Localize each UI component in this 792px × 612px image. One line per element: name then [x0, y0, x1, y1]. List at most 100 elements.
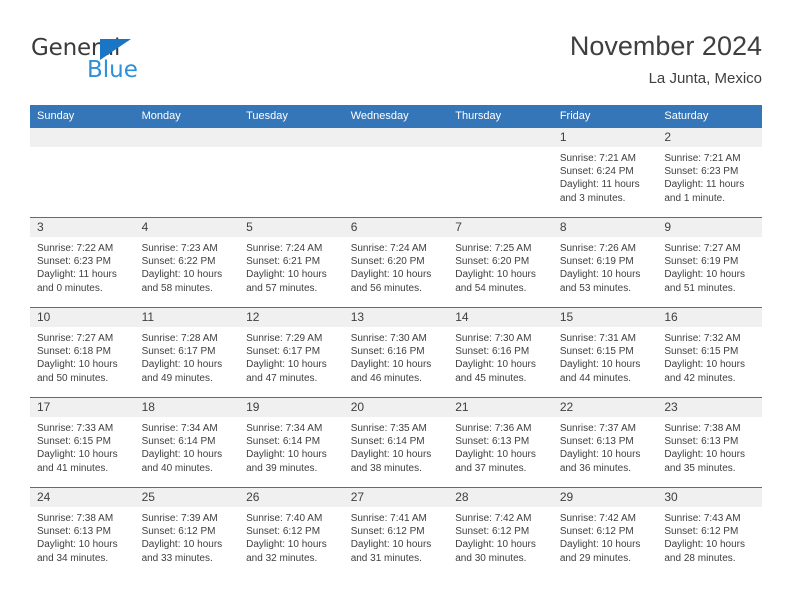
sunset-text: Sunset: 6:12 PM — [350, 526, 425, 538]
day-cell-content: 23 Sunrise: 7:38 AM Sunset: 6:13 PM Dayligh… — [657, 398, 762, 487]
calendar-day-cell[interactable]: 28 Sunrise: 7:42 AM Sunset: 6:12 PM Dayligh… — [448, 487, 553, 578]
calendar-day-cell[interactable]: 21 Sunrise: 7:36 AM Sunset: 6:13 PM Dayligh… — [448, 397, 553, 488]
calendar-day-cell[interactable]: 3 Sunrise: 7:22 AM Sunset: 6:23 PM Daylight… — [30, 217, 135, 308]
day-number — [448, 128, 553, 147]
calendar-day-cell[interactable]: 20 Sunrise: 7:35 AM Sunset: 6:14 PM Dayligh… — [343, 397, 449, 488]
calendar-day-cell[interactable]: 7 Sunrise: 7:25 AM Sunset: 6:20 PM Daylight… — [448, 217, 553, 308]
day-number — [343, 128, 449, 147]
daylight-text-line1: Daylight: 10 hours — [37, 359, 118, 371]
daylight-text-line1: Daylight: 10 hours — [350, 269, 432, 281]
calendar-day-cell[interactable]: 16 Sunrise: 7:32 AM Sunset: 6:15 PM Dayligh… — [657, 307, 762, 398]
day-cell-content: 8 Sunrise: 7:26 AM Sunset: 6:19 PM Daylight… — [552, 218, 658, 307]
calendar-day-cell[interactable]: 9 Sunrise: 7:27 AM Sunset: 6:19 PM Daylight… — [657, 217, 762, 308]
calendar-body: 1 Sunrise: 7:21 AM Sunset: 6:24 PM Daylight… — [30, 127, 762, 578]
generalblue-logo[interactable]: General Blue — [31, 36, 231, 88]
day-cell-content: 1 Sunrise: 7:21 AM Sunset: 6:24 PM Daylight… — [552, 128, 658, 217]
calendar-day-cell[interactable]: 12 Sunrise: 7:29 AM Sunset: 6:17 PM Dayligh… — [239, 307, 344, 398]
calendar-day-cell[interactable]: 8 Sunrise: 7:26 AM Sunset: 6:19 PM Daylight… — [552, 217, 658, 308]
day-number: 23 — [657, 398, 762, 417]
sunset-text: Sunset: 6:23 PM — [664, 166, 739, 178]
calendar-day-cell[interactable]: 6 Sunrise: 7:24 AM Sunset: 6:20 PM Daylight… — [343, 217, 449, 308]
day-sun-info: Sunrise: 7:22 AM Sunset: 6:23 PM Daylight:… — [30, 237, 135, 295]
daylight-text-line2: and 58 minutes. — [141, 282, 213, 294]
calendar-page: General Blue November 2024 La Junta, Mex… — [0, 0, 792, 612]
daylight-text-line1: Daylight: 11 hours — [37, 269, 117, 281]
day-sun-info: Sunrise: 7:34 AM Sunset: 6:14 PM Daylight:… — [239, 417, 344, 475]
daylight-text-line1: Daylight: 10 hours — [141, 359, 223, 371]
daylight-text-line1: Daylight: 10 hours — [37, 539, 118, 551]
day-sun-info: Sunrise: 7:37 AM Sunset: 6:13 PM Daylight:… — [553, 417, 658, 475]
day-number: 16 — [657, 308, 762, 327]
daylight-text-line2: and 0 minutes. — [37, 282, 103, 294]
day-sun-info: Sunrise: 7:23 AM Sunset: 6:22 PM Daylight:… — [135, 237, 240, 295]
calendar-day-cell[interactable]: 24 Sunrise: 7:38 AM Sunset: 6:13 PM Dayligh… — [30, 487, 135, 578]
day-number: 29 — [552, 488, 658, 507]
day-number: 22 — [552, 398, 658, 417]
sunset-text: Sunset: 6:12 PM — [455, 526, 530, 538]
sunset-text: Sunset: 6:14 PM — [246, 436, 321, 448]
day-number — [30, 128, 135, 147]
sunset-text: Sunset: 6:23 PM — [37, 256, 111, 268]
calendar-day-cell[interactable]: 13 Sunrise: 7:30 AM Sunset: 6:16 PM Dayligh… — [343, 307, 449, 398]
daylight-text-line1: Daylight: 10 hours — [246, 449, 327, 461]
day-cell-content: 10 Sunrise: 7:27 AM Sunset: 6:18 PM Dayligh… — [30, 308, 135, 397]
daylight-text-line2: and 30 minutes. — [455, 552, 527, 564]
sunset-text: Sunset: 6:13 PM — [559, 436, 634, 448]
daylight-text-line2: and 53 minutes. — [559, 282, 631, 294]
day-sun-info: Sunrise: 7:42 AM Sunset: 6:12 PM Daylight:… — [553, 507, 658, 565]
day-cell-content: 7 Sunrise: 7:25 AM Sunset: 6:20 PM Daylight… — [448, 218, 553, 307]
calendar-day-cell[interactable]: 23 Sunrise: 7:38 AM Sunset: 6:13 PM Dayligh… — [657, 397, 762, 488]
daylight-text-line1: Daylight: 10 hours — [455, 359, 536, 371]
calendar-day-cell[interactable]: 30 Sunrise: 7:43 AM Sunset: 6:12 PM Dayligh… — [657, 487, 762, 578]
day-cell-content — [134, 128, 240, 217]
calendar-day-cell[interactable]: 17 Sunrise: 7:33 AM Sunset: 6:15 PM Dayligh… — [30, 397, 135, 488]
calendar-day-cell-empty — [134, 127, 240, 218]
calendar-week-row: 10 Sunrise: 7:27 AM Sunset: 6:18 PM Dayligh… — [30, 307, 762, 398]
calendar-day-cell[interactable]: 1 Sunrise: 7:21 AM Sunset: 6:24 PM Daylight… — [552, 127, 658, 218]
sunrise-text: Sunrise: 7:39 AM — [141, 513, 218, 524]
day-sun-info: Sunrise: 7:39 AM Sunset: 6:12 PM Daylight:… — [135, 507, 240, 565]
calendar-day-cell[interactable]: 25 Sunrise: 7:39 AM Sunset: 6:12 PM Dayligh… — [134, 487, 240, 578]
day-sun-info: Sunrise: 7:33 AM Sunset: 6:15 PM Daylight:… — [30, 417, 135, 475]
daylight-text-line2: and 41 minutes. — [37, 462, 109, 474]
calendar-day-cell[interactable]: 4 Sunrise: 7:23 AM Sunset: 6:22 PM Daylight… — [134, 217, 240, 308]
calendar-day-cell-empty — [343, 127, 449, 218]
daylight-text-line1: Daylight: 10 hours — [664, 269, 745, 281]
day-number: 18 — [134, 398, 240, 417]
day-number: 21 — [448, 398, 553, 417]
calendar-week-row: 1 Sunrise: 7:21 AM Sunset: 6:24 PM Daylight… — [30, 127, 762, 218]
sunset-text: Sunset: 6:22 PM — [141, 256, 216, 268]
daylight-text-line1: Daylight: 10 hours — [141, 269, 223, 281]
day-sun-info: Sunrise: 7:30 AM Sunset: 6:16 PM Daylight:… — [344, 327, 449, 385]
calendar-day-cell[interactable]: 15 Sunrise: 7:31 AM Sunset: 6:15 PM Dayligh… — [552, 307, 658, 398]
day-cell-content: 20 Sunrise: 7:35 AM Sunset: 6:14 PM Dayligh… — [343, 398, 449, 487]
daylight-text-line1: Daylight: 10 hours — [455, 539, 536, 551]
weekday-header-wednesday: Wednesday — [343, 105, 449, 128]
sunrise-text: Sunrise: 7:32 AM — [664, 333, 741, 344]
daylight-text-line2: and 36 minutes. — [559, 462, 631, 474]
calendar-day-cell[interactable]: 10 Sunrise: 7:27 AM Sunset: 6:18 PM Dayligh… — [30, 307, 135, 398]
calendar-day-cell[interactable]: 11 Sunrise: 7:28 AM Sunset: 6:17 PM Dayligh… — [134, 307, 240, 398]
calendar-day-cell[interactable]: 22 Sunrise: 7:37 AM Sunset: 6:13 PM Dayligh… — [552, 397, 658, 488]
sunrise-text: Sunrise: 7:28 AM — [141, 333, 218, 344]
calendar-day-cell[interactable]: 19 Sunrise: 7:34 AM Sunset: 6:14 PM Dayligh… — [239, 397, 344, 488]
calendar-day-cell[interactable]: 26 Sunrise: 7:40 AM Sunset: 6:12 PM Dayligh… — [239, 487, 344, 578]
calendar-day-cell[interactable]: 5 Sunrise: 7:24 AM Sunset: 6:21 PM Daylight… — [239, 217, 344, 308]
daylight-text-line2: and 46 minutes. — [350, 372, 422, 384]
calendar-day-cell[interactable]: 27 Sunrise: 7:41 AM Sunset: 6:12 PM Dayligh… — [343, 487, 449, 578]
page-title: November 2024 — [569, 31, 762, 61]
sunset-text: Sunset: 6:20 PM — [455, 256, 530, 268]
weekday-header-thursday: Thursday — [448, 105, 553, 128]
sunrise-text: Sunrise: 7:42 AM — [455, 513, 532, 524]
sunset-text: Sunset: 6:15 PM — [559, 346, 634, 358]
calendar-day-cell[interactable]: 14 Sunrise: 7:30 AM Sunset: 6:16 PM Dayligh… — [448, 307, 553, 398]
calendar-day-cell[interactable]: 18 Sunrise: 7:34 AM Sunset: 6:14 PM Dayligh… — [134, 397, 240, 488]
day-number: 4 — [134, 218, 240, 237]
day-cell-content — [343, 128, 449, 217]
calendar-day-cell[interactable]: 2 Sunrise: 7:21 AM Sunset: 6:23 PM Daylight… — [657, 127, 762, 218]
sunrise-text: Sunrise: 7:38 AM — [37, 513, 114, 524]
daylight-text-line1: Daylight: 10 hours — [559, 359, 641, 371]
calendar-day-cell[interactable]: 29 Sunrise: 7:42 AM Sunset: 6:12 PM Dayligh… — [552, 487, 658, 578]
calendar-day-cell-empty — [239, 127, 344, 218]
daylight-text-line1: Daylight: 10 hours — [559, 539, 641, 551]
